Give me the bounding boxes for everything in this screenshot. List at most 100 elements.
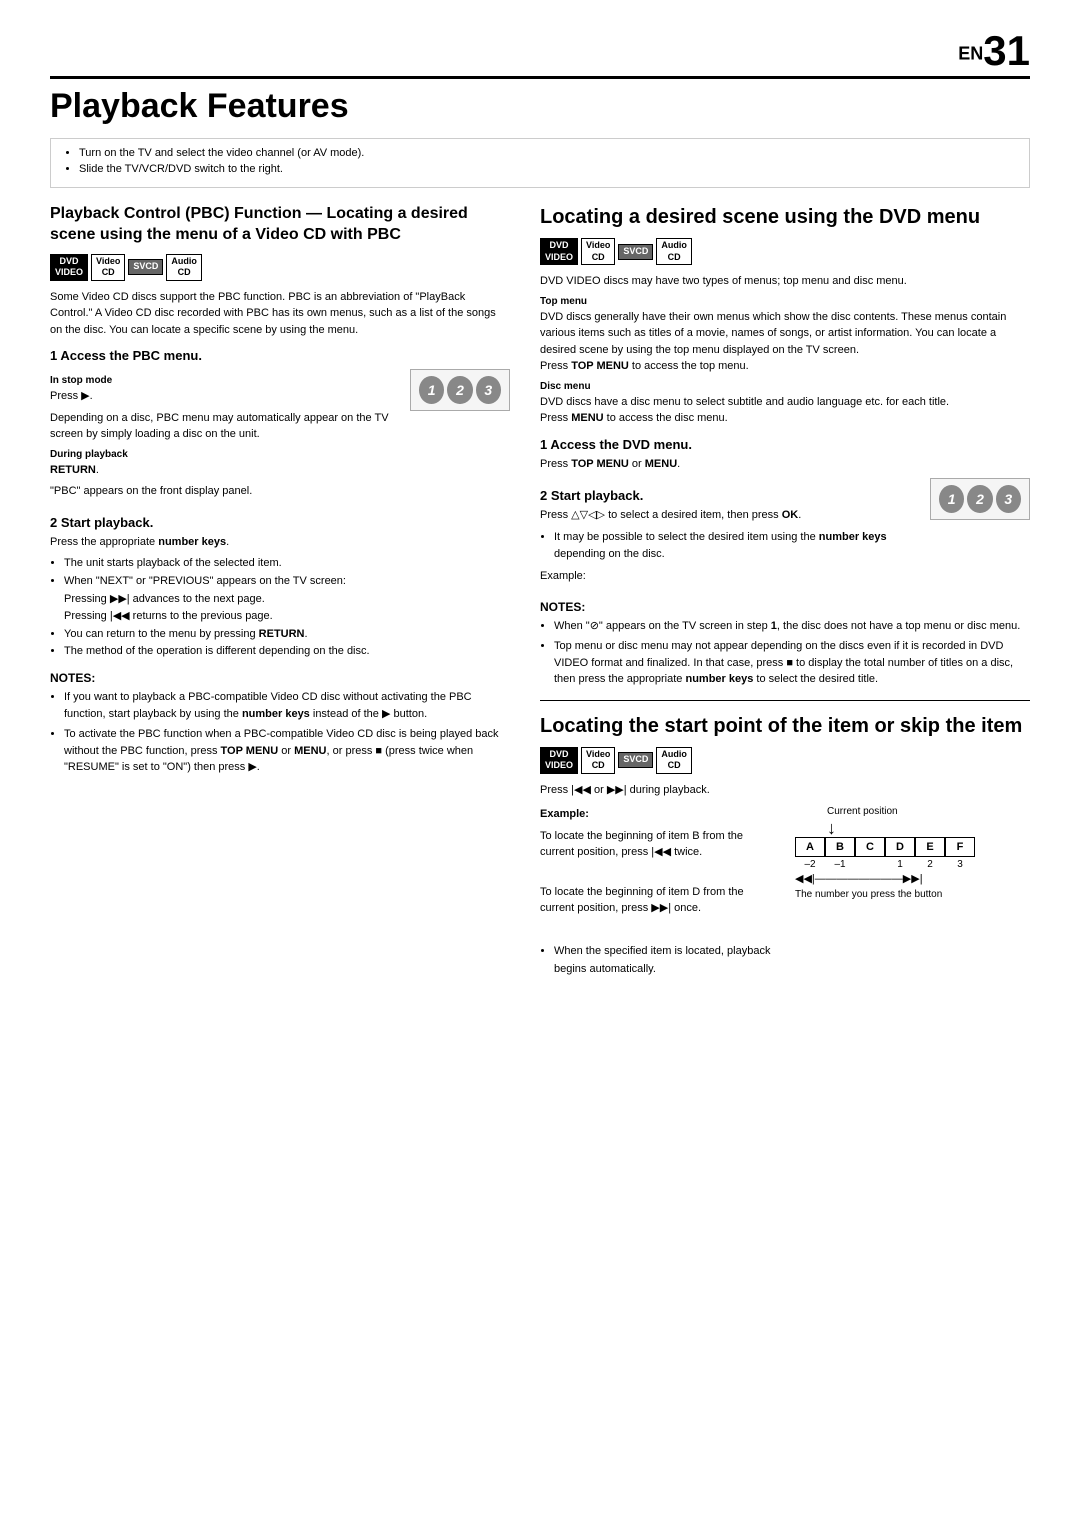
dvd-num-2: 2 [967, 485, 992, 513]
notes-dvd: NOTES: When "⊘" appears on the TV screen… [540, 600, 1030, 688]
pbc-number-image: 1 2 3 [410, 369, 510, 411]
badge2-video-cd: VideoCD [581, 238, 615, 265]
notes-dvd-list: When "⊘" appears on the TV screen in ste… [540, 618, 1030, 688]
num-2-circle: 2 [447, 376, 472, 404]
step1-pbc-details: In stop mode Press ▶. Depending on a dis… [50, 369, 400, 505]
in-stop-mode-text: Press ▶. [50, 388, 400, 405]
badge-svcd: SVCD [128, 259, 163, 275]
cell-b: B [825, 837, 855, 857]
top-menu-text: DVD discs generally have their own menus… [540, 309, 1030, 375]
step2-pbc-title: 2 Start playback. [50, 515, 510, 530]
step2-dvd-text: Press △▽◁▷ to select a desired item, the… [540, 507, 920, 524]
left-column: Playback Control (PBC) Function — Locati… [50, 204, 510, 978]
cell-f: F [945, 837, 975, 857]
notes-pbc-list: If you want to playback a PBC-compatible… [50, 689, 510, 776]
intro-item-1: Turn on the TV and select the video chan… [79, 147, 1017, 159]
section1-badges: DVDVIDEO VideoCD SVCD AudioCD [50, 254, 510, 281]
step2-dvd-note: It may be possible to select the desired… [554, 529, 920, 564]
during-playback-note: "PBC" appears on the front display panel… [50, 483, 400, 500]
notes-dvd-title: NOTES: [540, 600, 1030, 614]
top-menu-label: Top menu [540, 296, 1030, 307]
current-pos-label: Current position [827, 806, 1030, 817]
notes-pbc-title: NOTES: [50, 671, 510, 685]
disc-menu-text: DVD discs have a disc menu to select sub… [540, 394, 1030, 427]
step2-pbc-text: Press the appropriate number keys. [50, 534, 510, 551]
track-numbers-row: –2 –1 1 2 3 [795, 859, 1030, 870]
skip-diagram: Example: To locate the beginning of item… [540, 806, 1030, 978]
step1-pbc-content: In stop mode Press ▶. Depending on a dis… [50, 369, 510, 505]
track-num-2: 2 [915, 859, 945, 870]
diagram-text1: To locate the beginning of item B from t… [540, 828, 775, 861]
notes-pbc-item2: To activate the PBC function when a PBC-… [64, 726, 510, 776]
diagram-visual: Current position ↓ A B C D E F –2 –1 1 2… [795, 806, 1030, 900]
step1-dvd-title: 1 Access the DVD menu. [540, 437, 1030, 452]
dvd-num-1: 1 [939, 485, 964, 513]
badge-dvd-video: DVDVIDEO [50, 254, 88, 281]
fwd-arrow: ——▶▶| [881, 872, 923, 885]
badge2-audio-cd: AudioCD [656, 238, 692, 265]
badge3-video-cd: VideoCD [581, 747, 615, 774]
section2-title: Locating a desired scene using the DVD m… [540, 204, 1030, 230]
badge2-svcd: SVCD [618, 244, 653, 260]
page-number: 31 [983, 27, 1030, 74]
back-arrow: ◀◀|—————— [795, 872, 881, 885]
step2-pbc-item3: You can return to the menu by pressing R… [64, 626, 510, 644]
num-3-circle: 3 [476, 376, 501, 404]
diagram-text: Example: To locate the beginning of item… [540, 806, 775, 978]
section2-intro: DVD VIDEO discs may have two types of me… [540, 273, 1030, 290]
section3-title: Locating the start point of the item or … [540, 713, 1030, 739]
track-num-1: 1 [885, 859, 915, 870]
step2-pbc-item4: The method of the operation is different… [64, 643, 510, 661]
dvd-num-3: 3 [996, 485, 1021, 513]
the-number-label: The number you press the button [795, 889, 1030, 900]
during-playback-text: RETURN. [50, 462, 400, 479]
badge3-audio-cd: AudioCD [656, 747, 692, 774]
step2-pbc-item1: The unit starts playback of the selected… [64, 555, 510, 573]
cell-c: C [855, 837, 885, 857]
notes-dvd-item2: Top menu or disc menu may not appear dep… [554, 638, 1030, 688]
in-stop-mode-label: In stop mode [50, 375, 400, 386]
track-cells: A B C D E F [795, 837, 1030, 857]
notes-dvd-item1: When "⊘" appears on the TV screen in ste… [554, 618, 1030, 635]
disc-menu-label: Disc menu [540, 381, 1030, 392]
step2-dvd-title: 2 Start playback. [540, 488, 920, 503]
section3-badges: DVDVIDEO VideoCD SVCD AudioCD [540, 747, 1030, 774]
step1-dvd-text: Press TOP MENU or MENU. [540, 456, 1030, 473]
page-title: Playback Features [50, 87, 1030, 126]
right-column: Locating a desired scene using the DVD m… [540, 204, 1030, 978]
during-playback-label: During playback [50, 449, 400, 460]
track-num-neg2: –2 [795, 859, 825, 870]
track-num-neg1: –1 [825, 859, 855, 870]
diagram-text2: To locate the beginning of item D from t… [540, 884, 775, 917]
step1-pbc-title: 1 Access the PBC menu. [50, 348, 510, 363]
section1-title: Playback Control (PBC) Function — Locati… [50, 204, 510, 246]
section3-intro: Press |◀◀ or ▶▶| during playback. [540, 782, 1030, 799]
cell-d: D [885, 837, 915, 857]
badge2-dvd-video: DVDVIDEO [540, 238, 578, 265]
badge-video-cd: VideoCD [91, 254, 125, 281]
track-num-0 [855, 859, 885, 870]
page-header: EN31 [50, 30, 1030, 79]
step2-pbc-list: The unit starts playback of the selected… [50, 555, 510, 661]
cell-e: E [915, 837, 945, 857]
example-dvd-label: Example: [540, 568, 920, 585]
step2-dvd-content: 2 Start playback. Press △▽◁▷ to select a… [540, 478, 920, 589]
notes-pbc: NOTES: If you want to playback a PBC-com… [50, 671, 510, 776]
cell-a: A [795, 837, 825, 857]
section2-badges: DVDVIDEO VideoCD SVCD AudioCD [540, 238, 1030, 265]
intro-item-2: Slide the TV/VCR/DVD switch to the right… [79, 163, 1017, 175]
step2-dvd-row: 2 Start playback. Press △▽◁▷ to select a… [540, 478, 1030, 589]
track-num-3: 3 [945, 859, 975, 870]
example2-label: Example: [540, 806, 775, 823]
num-1-circle: 1 [419, 376, 444, 404]
divider [540, 700, 1030, 701]
section1-intro: Some Video CD discs support the PBC func… [50, 289, 510, 339]
dvd-number-image: 1 2 3 [930, 478, 1030, 520]
in-stop-mode-note: Depending on a disc, PBC menu may automa… [50, 410, 400, 443]
diagram-note-list: When the specified item is located, play… [540, 943, 775, 978]
track-arrows-row: ◀◀|—————— ——▶▶| [795, 872, 1030, 885]
intro-box: Turn on the TV and select the video chan… [50, 138, 1030, 188]
notes-pbc-item1: If you want to playback a PBC-compatible… [64, 689, 510, 722]
badge3-dvd-video: DVDVIDEO [540, 747, 578, 774]
intro-list: Turn on the TV and select the video chan… [63, 147, 1017, 175]
